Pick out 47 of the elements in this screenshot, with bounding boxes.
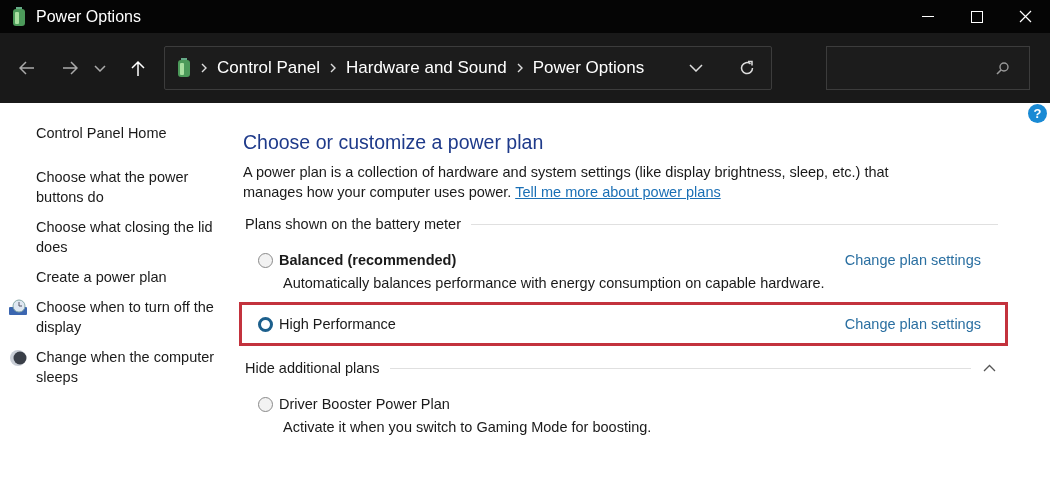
sidebar-link[interactable]: Create a power plan xyxy=(36,267,226,287)
minimize-icon xyxy=(921,16,934,17)
battery-icon xyxy=(177,58,191,78)
window-title: Power Options xyxy=(36,7,141,26)
chevron-right-icon xyxy=(330,63,336,73)
chevron-down-icon xyxy=(689,64,703,72)
sidebar-link[interactable]: Choose when to turn off the display xyxy=(36,297,226,337)
radio-button[interactable] xyxy=(258,252,273,268)
chevron-up-icon xyxy=(983,364,996,372)
refresh-icon xyxy=(739,60,755,76)
change-plan-link[interactable]: Change plan settings xyxy=(844,316,981,332)
up-arrow-icon xyxy=(131,59,145,77)
plan-name: High Performance xyxy=(279,316,396,332)
chevron-right-icon xyxy=(201,63,207,73)
collapse-button[interactable] xyxy=(981,364,998,372)
description-text: A power plan is a collection of hardware and system settings (like display brightness, sleep, etc.) that manages how your computer uses power. Tell me more about power plans xyxy=(243,163,890,202)
help-button[interactable]: ? xyxy=(1028,104,1047,123)
section-title: Plans shown on the battery meter xyxy=(245,216,461,232)
forward-arrow-icon xyxy=(62,61,78,75)
sidebar-link[interactable]: Choose what the power buttons do xyxy=(36,167,226,207)
change-plan-link[interactable]: Change plan settings xyxy=(844,252,981,268)
breadcrumb[interactable]: Hardware and Sound xyxy=(346,58,507,78)
moon-icon xyxy=(9,349,27,367)
sidebar-link[interactable]: Control Panel Home xyxy=(36,123,226,143)
sidebar-link[interactable]: Choose what closing the lid does xyxy=(36,217,226,257)
radio-button[interactable] xyxy=(258,316,273,332)
radio-button[interactable] xyxy=(258,396,273,412)
chevron-right-icon xyxy=(516,63,523,73)
close-icon xyxy=(1019,10,1032,23)
clock-monitor-icon xyxy=(8,299,28,316)
search-icon xyxy=(996,61,1009,75)
address-bar[interactable]: Control Panel Hardware and Sound Power Options xyxy=(164,46,772,90)
plan-description: Automatically balances performance with energy consumption on capable hardware. xyxy=(283,275,826,291)
breadcrumb[interactable]: Control Panel xyxy=(217,58,320,78)
section-title: Hide additional plans xyxy=(245,360,380,376)
plan-name: Driver Booster Power Plan xyxy=(279,396,450,412)
search-field[interactable] xyxy=(826,46,1030,90)
chevron-down-icon xyxy=(94,64,106,72)
plan-name: Balanced (recommended) xyxy=(279,252,457,268)
breadcrumb[interactable]: Power Options xyxy=(532,58,645,78)
sidebar-link[interactable]: Change when the computer sleeps xyxy=(36,347,226,387)
maximize-icon xyxy=(970,10,983,23)
page-heading: Choose or customize a power plan xyxy=(243,131,545,154)
battery-icon xyxy=(12,6,26,27)
plan-description: Activate it when you switch to Gaming Mode for boosting. xyxy=(283,419,653,435)
back-arrow-icon xyxy=(19,61,35,75)
learn-more-link[interactable]: Tell me more about power plans xyxy=(515,184,721,200)
